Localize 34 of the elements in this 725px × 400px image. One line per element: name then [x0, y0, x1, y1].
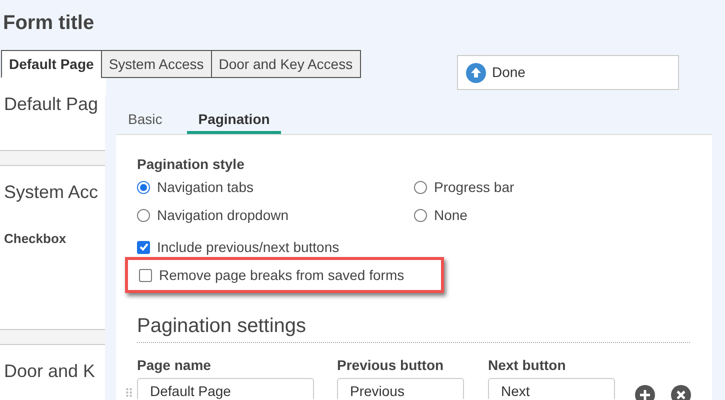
upload-icon — [466, 62, 486, 82]
section-heading: Door and K — [4, 360, 96, 383]
highlighted-checkbox-option[interactable]: Remove page breaks from saved forms — [125, 257, 444, 293]
group-label: Pagination style — [137, 156, 244, 172]
page-tab[interactable]: System Access — [100, 50, 212, 78]
checkbox[interactable] — [139, 268, 152, 282]
radio-option[interactable]: Progress bar — [414, 178, 514, 196]
radio-option[interactable]: None — [414, 206, 468, 224]
text-field[interactable]: Previous — [337, 378, 464, 399]
remove-icon[interactable] — [671, 385, 691, 400]
column-label: Previous button — [337, 357, 444, 373]
field-label: Checkbox — [4, 230, 66, 248]
settings-tab[interactable]: Basic — [117, 107, 174, 134]
radio-button[interactable] — [137, 180, 150, 194]
page-tab[interactable]: Door and Key Access — [210, 50, 361, 78]
text-field[interactable]: Default Page — [137, 378, 314, 399]
radio-button[interactable] — [414, 180, 427, 194]
section-heading: System Acc — [4, 181, 98, 204]
column-label: Page name — [137, 357, 211, 373]
checkbox[interactable] — [137, 240, 150, 254]
section-title: Pagination settings — [137, 314, 690, 343]
add-icon[interactable] — [635, 385, 655, 400]
drag-handle-icon[interactable] — [126, 388, 132, 397]
done-button[interactable]: Done — [457, 55, 679, 90]
form-title: Form title — [3, 11, 96, 36]
radio-option[interactable]: Navigation dropdown — [137, 206, 289, 224]
section-heading: Default Pag — [4, 93, 98, 116]
text-field[interactable]: Next — [488, 378, 615, 399]
column-label: Next button — [488, 357, 566, 373]
radio-option[interactable]: Navigation tabs — [137, 178, 254, 196]
checkbox-option[interactable]: Include previous/next buttons — [137, 238, 340, 256]
radio-button[interactable] — [137, 208, 150, 222]
radio-button[interactable] — [414, 208, 427, 222]
page-tab[interactable]: Default Page — [1, 50, 102, 78]
